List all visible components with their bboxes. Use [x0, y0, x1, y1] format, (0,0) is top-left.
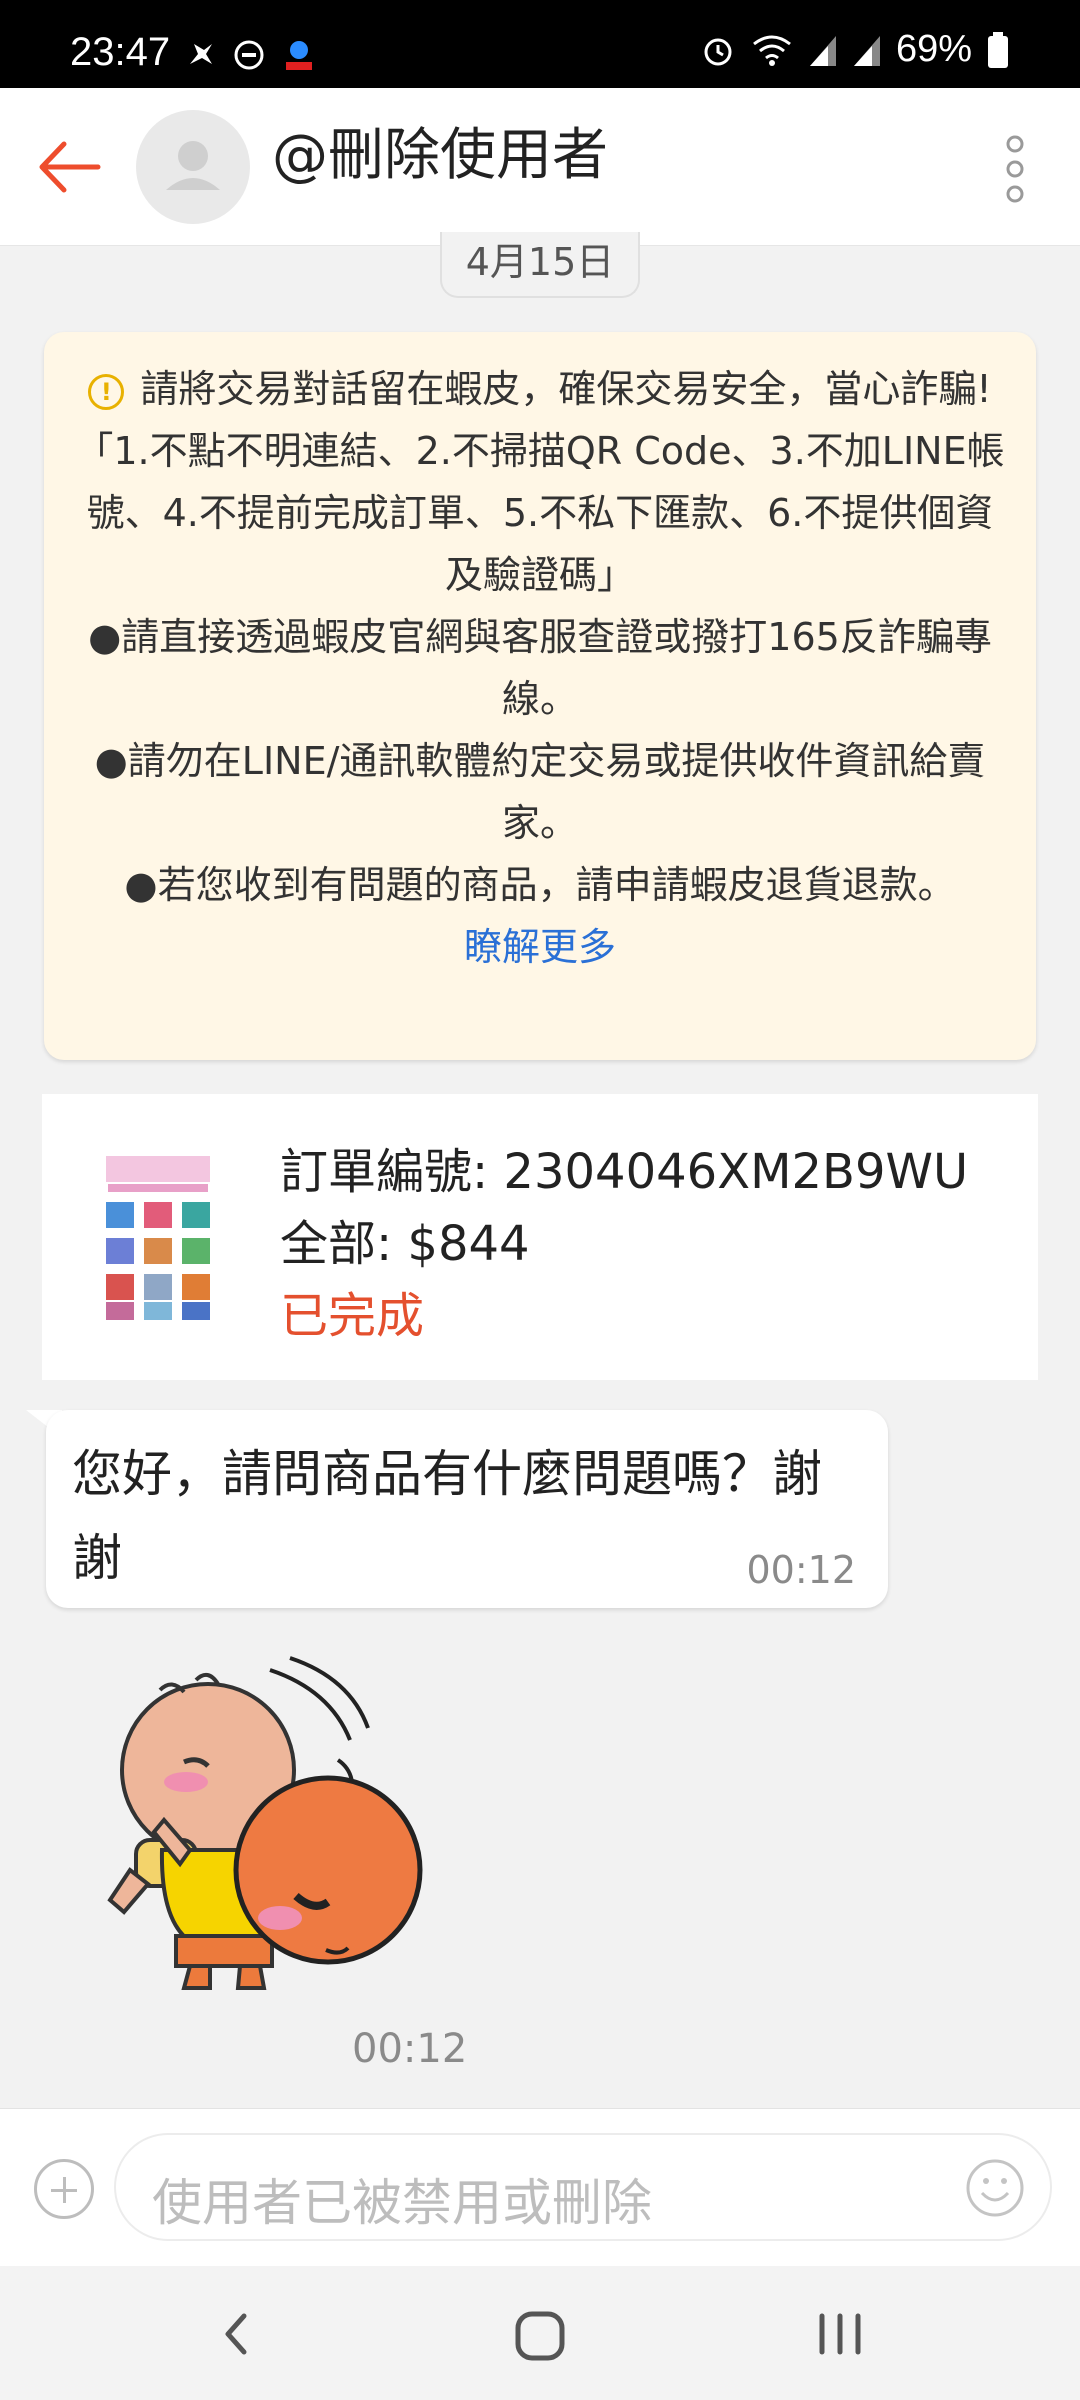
arrow-left-icon — [39, 141, 101, 193]
signal-icon — [809, 35, 836, 66]
dnd-icon — [234, 40, 264, 70]
sticker-image[interactable] — [100, 1650, 440, 1990]
nav-back-button[interactable] — [210, 2306, 266, 2362]
user-placeholder-icon — [166, 141, 220, 190]
more-vertical-icon — [1006, 135, 1024, 203]
message-bubble[interactable]: 您好，請問商品有什麼問題嗎？謝謝 00:12 — [46, 1410, 888, 1608]
status-bar: 23:47 69% — [0, 0, 1080, 88]
system-nav-bar — [0, 2266, 1080, 2400]
order-card[interactable]: 訂單編號: 2304046XM2B9WU 全部: $844 已完成 — [42, 1094, 1038, 1380]
sticker-time: 00:12 — [352, 2026, 468, 2072]
notice-line: ●請直接透過蝦皮官網與客服查證或撥打165反詐騙專線。 — [88, 615, 992, 721]
notice-line-text: 請將交易對話留在蝦皮，確保交易安全，當心詐騙! — [140, 367, 992, 411]
warning-icon: ! — [88, 373, 125, 410]
more-button[interactable] — [1000, 134, 1030, 204]
nav-home-button[interactable] — [510, 2306, 570, 2366]
notice-line: ●若您收到有問題的商品，請申請蝦皮退貨退款。 — [124, 863, 956, 907]
back-button[interactable] — [34, 132, 104, 202]
alarm-icon — [704, 38, 732, 65]
chat-title: @刪除使用者 — [272, 123, 608, 188]
status-left-icons — [184, 36, 318, 74]
chat-header: @刪除使用者 — [0, 88, 1080, 246]
battery-percent: 69% — [895, 28, 972, 70]
signal-icon — [853, 35, 880, 66]
chevron-left-icon — [225, 2313, 247, 2355]
app-badge-icon — [286, 41, 312, 70]
notice-line: 「1.不點不明連結、2.不掃描QR Code、3.不加LINE帳號、4.不提前完… — [75, 429, 1005, 597]
status-time: 23:47 — [70, 30, 171, 74]
avatar[interactable] — [136, 110, 250, 224]
add-button[interactable] — [34, 2159, 94, 2219]
order-number: 訂單編號: 2304046XM2B9WU — [280, 1144, 969, 1200]
notice-line: ! 請將交易對話留在蝦皮，確保交易安全，當心詐騙! — [68, 358, 1012, 420]
date-chip: 4月15日 — [440, 232, 640, 298]
status-right-icons: 69% — [700, 28, 1010, 71]
input-bar: 使用者已被禁用或刪除 — [0, 2108, 1080, 2266]
wifi-icon — [753, 35, 791, 66]
home-icon — [515, 2311, 565, 2361]
learn-more-link[interactable]: 瞭解更多 — [464, 925, 616, 969]
order-status: 已完成 — [280, 1288, 425, 1344]
order-info: 訂單編號: 2304046XM2B9WU 全部: $844 已完成 — [280, 1136, 968, 1352]
product-thumbnail — [100, 1152, 216, 1322]
message-text: 您好，請問商品有什麼問題嗎？謝謝 — [72, 1445, 822, 1587]
message-time: 00:12 — [746, 1548, 856, 1592]
notice-line: ●請勿在LINE/通訊軟體約定交易或提供收件資訊給賣家。 — [94, 739, 986, 845]
message-input[interactable]: 使用者已被禁用或刪除 — [114, 2133, 1052, 2241]
emoji-button[interactable] — [964, 2157, 1026, 2219]
smiley-icon — [966, 2159, 1024, 2217]
fan-icon — [190, 44, 212, 64]
safety-notice: ! 請將交易對話留在蝦皮，確保交易安全，當心詐騙! 「1.不點不明連結、2.不掃描… — [44, 332, 1036, 1060]
nav-recents-button[interactable] — [812, 2306, 868, 2362]
battery-icon — [988, 31, 1008, 68]
order-total: 全部: $844 — [280, 1216, 530, 1272]
recents-icon — [819, 2313, 861, 2355]
input-placeholder: 使用者已被禁用或刪除 — [152, 2174, 652, 2232]
